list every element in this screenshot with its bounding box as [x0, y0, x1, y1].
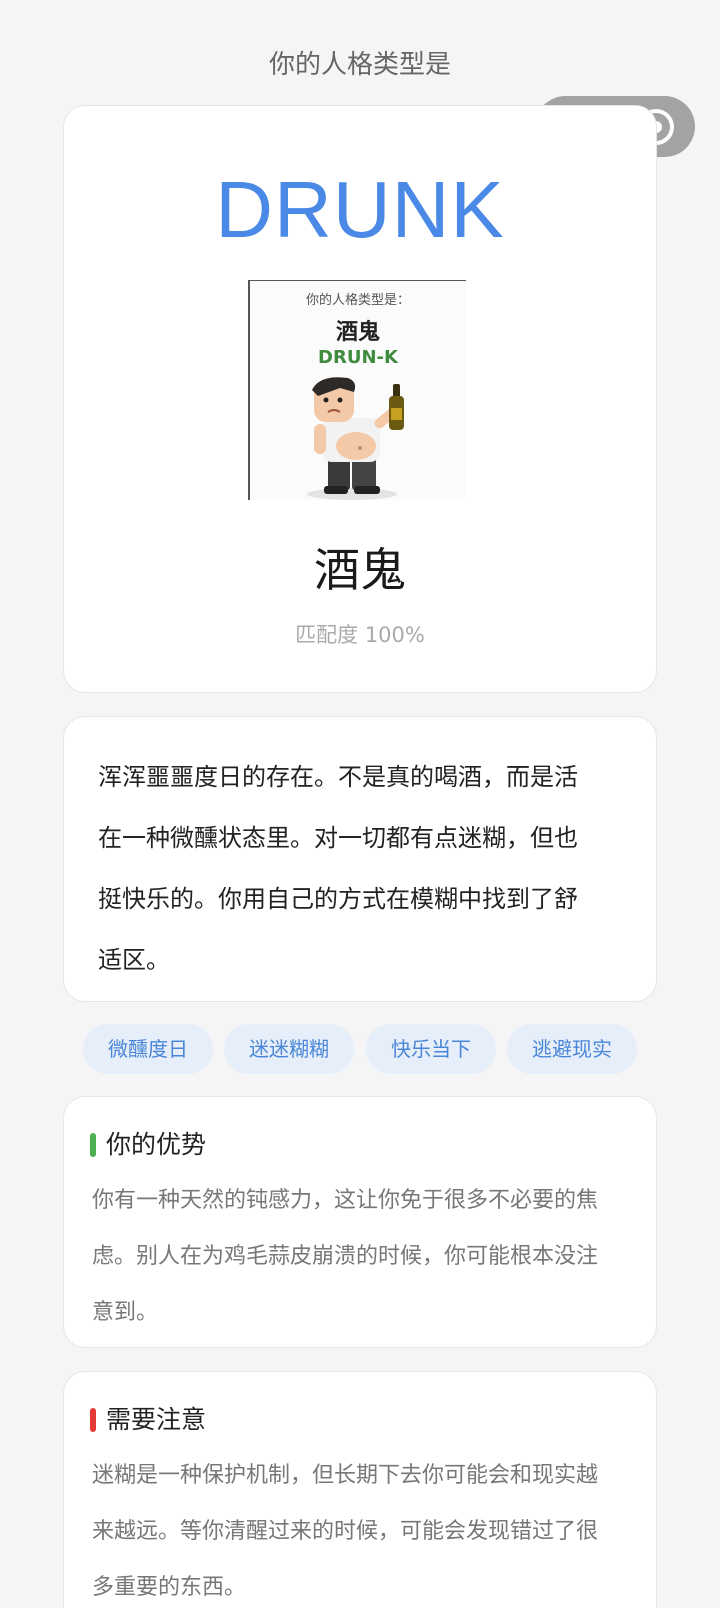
- caution-body: 迷糊是一种保护机制，但长期下去你可能会和现实越来越远。等你清醒过来的时候，可能会…: [92, 1463, 599, 1600]
- image-caption-name: 酒鬼: [335, 320, 380, 345]
- image-caption-code: DRUN-K: [318, 347, 398, 368]
- advantages-title: 你的优势: [90, 1125, 206, 1161]
- drunk-character-illustration: [307, 377, 404, 500]
- image-caption-top: 你的人格类型是：: [305, 293, 410, 308]
- advantages-body: 你有一种天然的钝感力，这让你免于很多不必要的焦虑。别人在为鸡毛蒜皮崩溃的时候，你…: [92, 1188, 599, 1325]
- description-card: 浑浑噩噩度日的存在。不是真的喝酒，而是活在一种微醺状态里。对一切都有点迷糊，但也…: [63, 716, 657, 1002]
- match-score: 匹配度 100%: [295, 623, 425, 647]
- tag-item: 快乐当下: [366, 1024, 496, 1074]
- tag-item: 微醺度日: [83, 1024, 213, 1074]
- caution-title-text: 需要注意: [106, 1405, 207, 1434]
- type-code: DRUNK: [215, 165, 505, 254]
- advantages-title-text: 你的优势: [106, 1130, 207, 1159]
- accent-bar: [90, 1133, 96, 1157]
- advantages-card: 你的优势 你有一种天然的钝感力，这让你免于很多不必要的焦虑。别人在为鸡毛蒜皮崩溃…: [63, 1096, 657, 1348]
- description-text: 浑浑噩噩度日的存在。不是真的喝酒，而是活在一种微醺状态里。对一切都有点迷糊，但也…: [98, 763, 578, 974]
- result-card: DRUNK 你的人格类型是： 酒鬼 DRUN-K 酒鬼 匹配度 100%: [63, 105, 657, 693]
- accent-bar: [90, 1408, 96, 1432]
- tag-item: 迷迷糊糊: [224, 1024, 354, 1074]
- tag-item: 逃避现实: [507, 1024, 637, 1074]
- persona-name: 酒鬼: [314, 543, 406, 597]
- tag-list: 微醺度日 迷迷糊糊 快乐当下 逃避现实: [83, 1024, 643, 1074]
- caution-title: 需要注意: [90, 1400, 206, 1436]
- persona-image: 你的人格类型是： 酒鬼 DRUN-K: [248, 280, 466, 500]
- caution-card: 需要注意 迷糊是一种保护机制，但长期下去你可能会和现实越来越远。等你清醒过来的时…: [63, 1371, 657, 1608]
- page-title: 你的人格类型是: [268, 50, 451, 80]
